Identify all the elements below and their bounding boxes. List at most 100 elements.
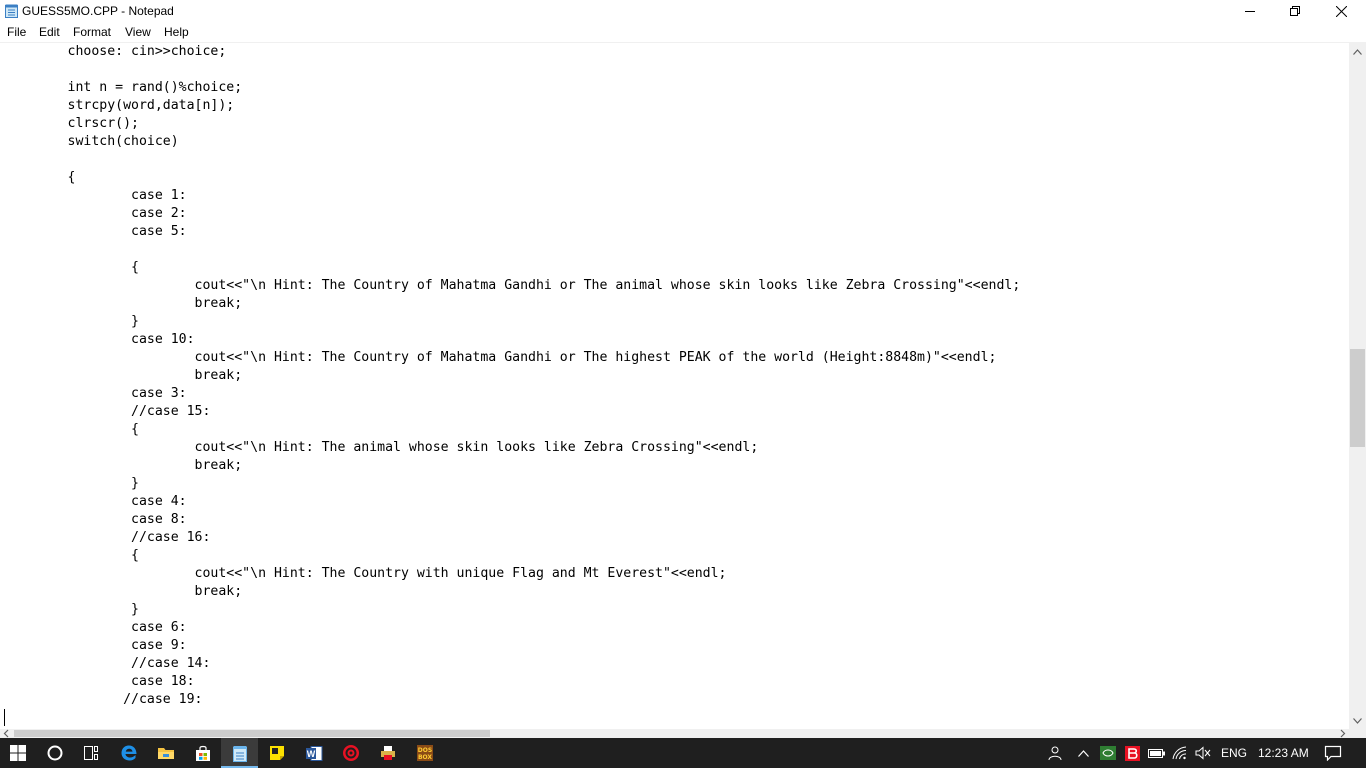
restore-icon <box>1290 6 1300 16</box>
menu-edit[interactable]: Edit <box>39 25 60 39</box>
code-line: case 4: <box>4 494 187 509</box>
word-icon: W <box>305 745 322 761</box>
minimize-button[interactable] <box>1227 0 1273 22</box>
action-center-button[interactable] <box>1320 738 1346 768</box>
code-line: switch(choice) <box>4 134 179 149</box>
sticky-notes-app[interactable] <box>258 738 295 768</box>
horizontal-scroll-thumb[interactable] <box>14 730 490 737</box>
code-line: case 6: <box>4 620 187 635</box>
clock[interactable]: 12:23 AM <box>1258 746 1309 760</box>
printer-app[interactable] <box>369 738 406 768</box>
folder-icon <box>157 748 174 759</box>
dosbox-label-top: DOS <box>417 747 431 754</box>
start-button[interactable] <box>0 738 36 768</box>
dosbox-label-bottom: BOX <box>417 754 431 761</box>
notepad-app[interactable] <box>221 738 258 768</box>
title-bar[interactable]: GUESS5MO.CPP - Notepad <box>0 0 1366 22</box>
code-text: choose: cin>>choice; int n = rand()%choi… <box>4 43 1021 727</box>
chevron-up-icon <box>1353 48 1362 55</box>
volume-button[interactable] <box>1193 738 1213 768</box>
code-line: cout<<"\n Hint: The Country of Mahatma G… <box>4 278 1021 293</box>
people-button[interactable] <box>1044 738 1064 768</box>
code-line: //case 15: <box>4 404 211 419</box>
store-bag-icon <box>195 745 210 761</box>
edge-app[interactable] <box>110 738 147 768</box>
vertical-scrollbar[interactable] <box>1349 43 1366 729</box>
dosbox-app[interactable]: DOS BOX <box>406 738 443 768</box>
chevron-left-icon[interactable] <box>2 729 12 738</box>
minimize-icon <box>1245 11 1255 12</box>
code-line: clrscr(); <box>4 116 139 131</box>
cortana-circle-icon <box>47 745 62 761</box>
word-app[interactable]: W <box>295 738 332 768</box>
sticky-note-icon <box>269 746 284 760</box>
file-explorer-app[interactable] <box>147 738 184 768</box>
red-app[interactable] <box>332 738 369 768</box>
battery-button[interactable] <box>1146 738 1166 768</box>
text-caret <box>4 709 5 726</box>
code-line: //case 16: <box>4 530 211 545</box>
language-indicator[interactable]: ENG <box>1221 746 1247 760</box>
nvidia-tray-icon-button[interactable] <box>1098 738 1118 768</box>
menu-format[interactable]: Format <box>73 25 111 39</box>
menu-file[interactable]: File <box>7 25 26 39</box>
chevron-right-icon[interactable] <box>1337 729 1347 738</box>
code-line: break; <box>4 368 243 383</box>
code-line: } <box>4 314 139 329</box>
code-line: { <box>4 170 76 185</box>
notepad-app-icon <box>5 4 18 18</box>
notification-icon <box>1324 745 1342 761</box>
horizontal-scrollbar[interactable] <box>0 729 1349 738</box>
code-line: break; <box>4 584 243 599</box>
code-line: case 18: <box>4 674 195 689</box>
code-line: { <box>4 422 139 437</box>
menu-bar: File Edit Format View Help <box>0 22 1366 43</box>
battery-icon <box>1147 748 1165 758</box>
code-line: case 9: <box>4 638 187 653</box>
restore-button[interactable] <box>1272 0 1318 22</box>
vertical-scroll-thumb[interactable] <box>1350 349 1365 447</box>
code-line: case 10: <box>4 332 195 347</box>
code-line: strcpy(word,data[n]); <box>4 98 235 113</box>
task-view-button[interactable] <box>72 738 109 768</box>
code-line: cout<<"\n Hint: The animal whose skin lo… <box>4 440 759 455</box>
code-line: } <box>4 476 139 491</box>
windows-logo-icon <box>10 745 26 761</box>
code-line: cout<<"\n Hint: The Country with unique … <box>4 566 727 581</box>
red-b-badge-icon <box>1124 745 1140 761</box>
store-app[interactable] <box>184 738 221 768</box>
scroll-up-button[interactable] <box>1349 43 1366 60</box>
edge-icon <box>121 745 136 761</box>
code-line: break; <box>4 296 243 311</box>
task-view-icon <box>83 746 98 760</box>
close-button[interactable] <box>1318 0 1364 22</box>
code-line: int n = rand()%choice; <box>4 80 243 95</box>
chevron-down-icon <box>1353 717 1362 724</box>
window-title: GUESS5MO.CPP - Notepad <box>22 4 174 18</box>
chevron-up-icon <box>1077 749 1089 757</box>
close-icon <box>1335 5 1347 17</box>
antivirus-tray-button[interactable] <box>1122 738 1142 768</box>
code-line: case 3: <box>4 386 187 401</box>
volume-muted-icon <box>1195 746 1211 760</box>
printer-icon <box>380 746 395 760</box>
people-icon <box>1048 746 1062 761</box>
menu-view[interactable]: View <box>125 25 151 39</box>
taskbar: W DOS BOX ENG 12:23 AM <box>0 738 1366 768</box>
wifi-icon <box>1172 746 1187 760</box>
search-button[interactable] <box>36 738 73 768</box>
text-editor[interactable]: choose: cin>>choice; int n = rand()%choi… <box>0 43 1349 729</box>
code-line: choose: cin>>choice; <box>4 44 227 59</box>
code-line: cout<<"\n Hint: The Country of Mahatma G… <box>4 350 997 365</box>
code-line: case 5: <box>4 224 187 239</box>
menu-help[interactable]: Help <box>164 25 189 39</box>
scroll-down-button[interactable] <box>1349 712 1366 729</box>
code-line: break; <box>4 458 243 473</box>
code-line: case 8: <box>4 512 187 527</box>
nvidia-icon <box>1100 746 1116 760</box>
wifi-button[interactable] <box>1170 738 1190 768</box>
code-line: case 2: <box>4 206 187 221</box>
show-hidden-icons-button[interactable] <box>1074 738 1092 768</box>
